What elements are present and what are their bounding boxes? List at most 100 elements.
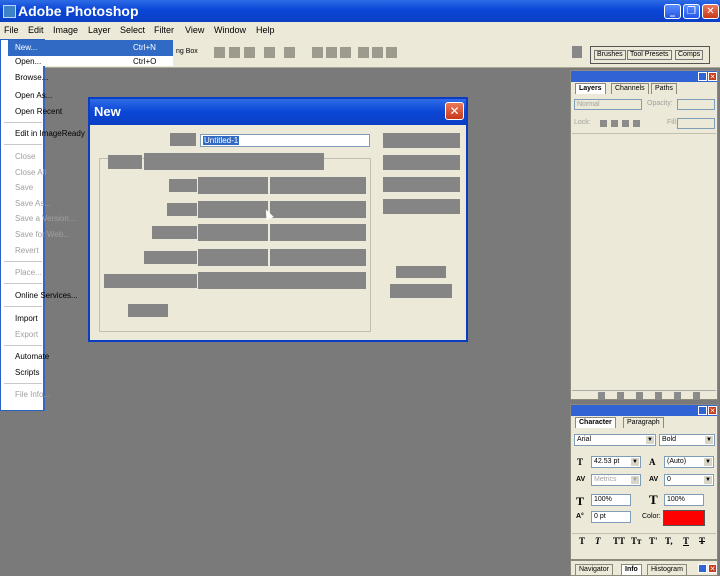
panel-minimize-icon[interactable]: _ (698, 406, 707, 415)
menu-item-new[interactable]: New... Ctrl+N (8, 40, 173, 56)
menu-item-place[interactable]: Place... (15, 268, 42, 277)
delete-layer-icon[interactable] (693, 392, 700, 399)
opacity-input[interactable] (677, 99, 715, 110)
add-layer-style-icon[interactable] (617, 392, 624, 399)
save-preset-button[interactable] (383, 177, 460, 192)
menu-item-save-as[interactable]: Save As... (15, 199, 51, 208)
resolution-input[interactable] (198, 224, 268, 241)
tab-layers[interactable]: Layers (575, 83, 606, 94)
menu-image[interactable]: Image (53, 25, 78, 35)
new-layer-icon[interactable] (674, 392, 681, 399)
palette-well-comps[interactable]: Comps (675, 50, 704, 60)
panel-close-icon[interactable]: ✕ (708, 72, 717, 81)
distribute-right-icon[interactable] (386, 47, 397, 58)
bit-depth-select[interactable] (270, 249, 366, 266)
align-center-icon[interactable] (284, 47, 295, 58)
menu-item-save-for-web[interactable]: Save for Web... (15, 230, 70, 239)
distribute-bottom-icon[interactable] (340, 47, 351, 58)
menu-item-export[interactable]: Export (15, 330, 38, 339)
lock-all-icon[interactable] (633, 120, 640, 127)
panel-minimize-icon[interactable]: _ (698, 72, 707, 81)
distribute-top-icon[interactable] (312, 47, 323, 58)
menu-item-file-info[interactable]: File Info... (15, 390, 50, 399)
tracking-input[interactable]: 0 ▼ (664, 474, 714, 486)
menu-item-revert[interactable]: Revert (15, 246, 39, 255)
align-left-icon[interactable] (264, 47, 275, 58)
menu-item-edit-in-imageready[interactable]: Edit in ImageReady (15, 129, 85, 138)
tab-histogram[interactable]: Histogram (647, 564, 687, 575)
new-adjustment-layer-icon[interactable] (655, 392, 662, 399)
menu-item-open-as[interactable]: Open As... (15, 91, 52, 100)
tab-info[interactable]: Info (621, 564, 642, 575)
faux-italic-button[interactable]: T (595, 536, 601, 546)
palette-well-brushes[interactable]: Brushes (594, 50, 626, 60)
preset-select[interactable] (144, 153, 324, 170)
menu-file[interactable]: File (4, 25, 19, 35)
menu-item-save-version[interactable]: Save a Version... (15, 214, 75, 223)
all-caps-button[interactable]: TT (613, 536, 625, 546)
distribute-middle-icon[interactable] (326, 47, 337, 58)
vertical-scale-input[interactable]: 100% (591, 494, 631, 506)
tab-paths[interactable]: Paths (651, 83, 677, 94)
menu-item-save[interactable]: Save (15, 183, 33, 192)
baseline-shift-input[interactable]: 0 pt (591, 511, 631, 523)
menu-item-online-services[interactable]: Online Services... (15, 291, 78, 300)
link-layers-icon[interactable] (598, 392, 605, 399)
align-middle-icon[interactable] (229, 47, 240, 58)
lock-position-icon[interactable] (622, 120, 629, 127)
font-style-select[interactable]: Bold ▼ (659, 434, 715, 446)
blend-mode-select[interactable]: Normal (574, 99, 642, 110)
faux-bold-button[interactable]: T (579, 536, 585, 546)
menu-filter[interactable]: Filter (154, 25, 174, 35)
distribute-left-icon[interactable] (358, 47, 369, 58)
width-unit-select[interactable] (270, 177, 366, 194)
add-mask-icon[interactable] (636, 392, 643, 399)
kerning-input[interactable]: Metrics ▼ (591, 474, 641, 486)
small-caps-button[interactable]: Tт (631, 536, 641, 546)
menu-layer[interactable]: Layer (88, 25, 111, 35)
menu-item-scripts[interactable]: Scripts (15, 368, 39, 377)
layers-list[interactable] (572, 133, 716, 389)
lock-icon[interactable] (572, 46, 582, 58)
restore-button[interactable]: ❐ (683, 4, 700, 19)
tab-navigator[interactable]: Navigator (575, 564, 613, 575)
underline-button[interactable]: T (683, 536, 689, 546)
text-color-swatch[interactable] (663, 510, 705, 526)
menu-select[interactable]: Select (120, 25, 145, 35)
show-bounding-box-label[interactable]: ng Box (176, 48, 198, 55)
height-unit-select[interactable] (270, 201, 366, 218)
subscript-button[interactable]: T, (665, 536, 673, 546)
background-contents-select[interactable] (198, 272, 366, 289)
menu-edit[interactable]: Edit (28, 25, 44, 35)
horizontal-scale-input[interactable]: 100% (664, 494, 704, 506)
panel-close-icon[interactable]: ✕ (708, 564, 717, 573)
leading-input[interactable]: (Auto) ▼ (664, 456, 714, 468)
dialog-close-icon[interactable]: ✕ (445, 102, 464, 120)
resolution-unit-select[interactable] (270, 224, 366, 241)
tab-character[interactable]: Character (575, 417, 616, 428)
menu-item-browse[interactable]: Browse... (15, 73, 48, 82)
close-button[interactable]: ✕ (702, 4, 719, 19)
ok-button[interactable] (383, 133, 460, 148)
delete-preset-button[interactable] (383, 199, 460, 214)
font-family-select[interactable]: Arial ▼ (574, 434, 656, 446)
distribute-center-icon[interactable] (372, 47, 383, 58)
menu-item-close-all[interactable]: Close All (15, 168, 46, 177)
color-mode-select[interactable] (198, 249, 268, 266)
menu-item-open[interactable]: Open... Ctrl+O (8, 56, 173, 66)
cancel-button[interactable] (383, 155, 460, 170)
menu-item-automate[interactable]: Automate (15, 352, 49, 361)
height-input[interactable] (198, 201, 268, 218)
menu-item-import[interactable]: Import (15, 314, 38, 323)
tab-paragraph[interactable]: Paragraph (623, 417, 664, 428)
menu-item-open-recent[interactable]: Open Recent (15, 107, 62, 116)
minimize-button[interactable]: _ (664, 4, 681, 19)
advanced-toggle[interactable] (128, 304, 168, 317)
width-input[interactable] (198, 177, 268, 194)
superscript-button[interactable]: T' (649, 536, 658, 546)
menu-help[interactable]: Help (256, 25, 275, 35)
strikethrough-button[interactable]: T (699, 536, 705, 546)
menu-window[interactable]: Window (214, 25, 246, 35)
panel-close-icon[interactable]: ✕ (708, 406, 717, 415)
lock-transparent-icon[interactable] (600, 120, 607, 127)
